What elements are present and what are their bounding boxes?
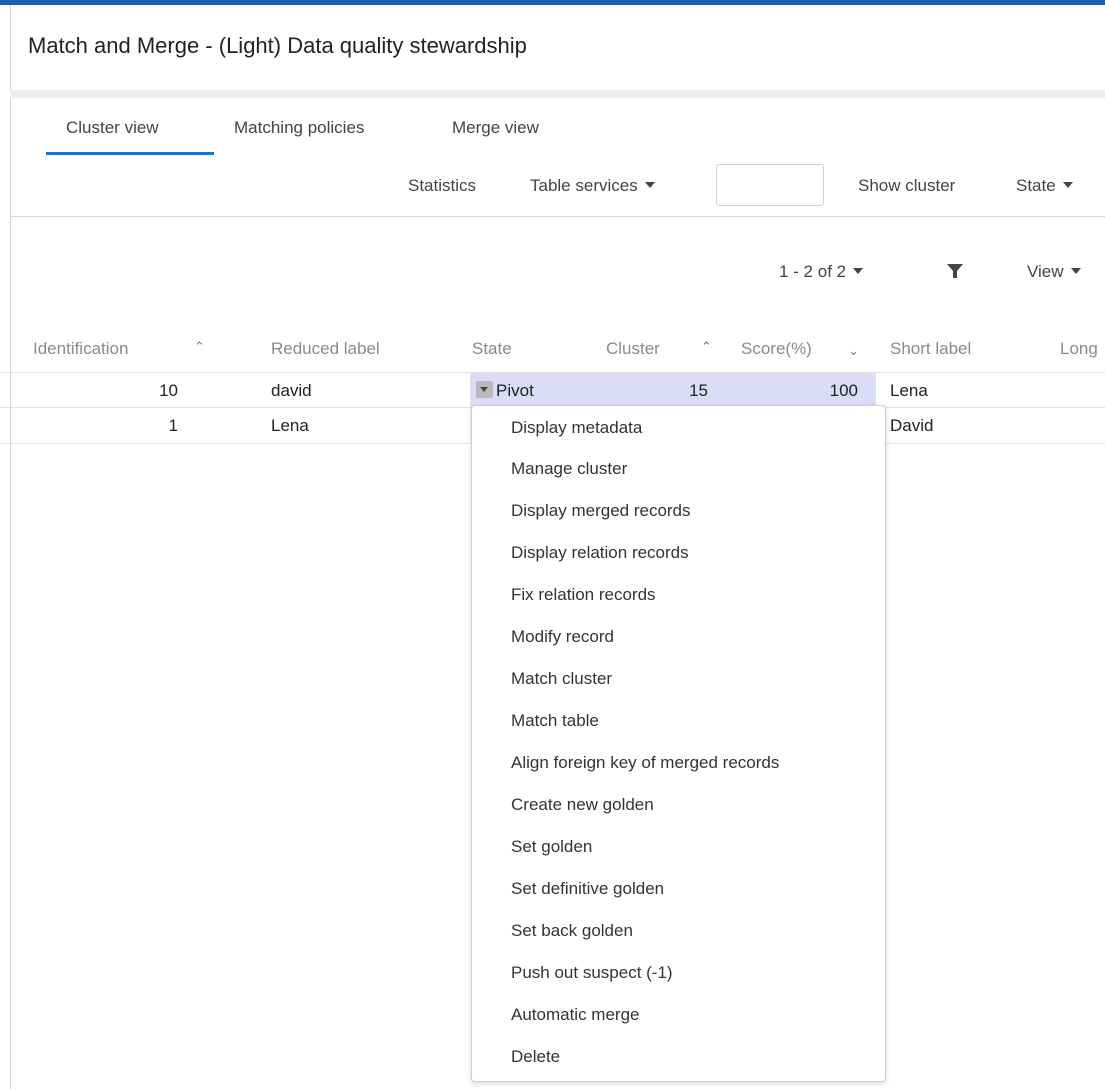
menu-item-display-relation-records[interactable]: Display relation records	[511, 543, 689, 563]
cell-short-label: David	[890, 416, 934, 435]
cell-identification: 10	[159, 381, 178, 400]
cell-reduced-label: Lena	[271, 416, 309, 435]
table-row[interactable]: 10 david Pivot 15 100 Lena	[0, 373, 1105, 407]
menu-item-match-table[interactable]: Match table	[511, 711, 599, 731]
menu-item-push-out-suspect[interactable]: Push out suspect (-1)	[511, 963, 673, 983]
cell-short-label: Lena	[890, 381, 928, 400]
tab-matching-policies[interactable]: Matching policies	[234, 118, 364, 138]
cell-reduced-label: david	[271, 381, 312, 400]
toolbar-divider	[10, 216, 1105, 217]
pagination-menu[interactable]: 1 - 2 of 2	[779, 262, 864, 282]
filter-icon[interactable]	[946, 262, 964, 280]
state-menu-label: State	[1016, 176, 1056, 195]
caret-down-icon	[1062, 182, 1073, 188]
menu-item-display-merged-records[interactable]: Display merged records	[511, 501, 691, 521]
table-services-menu[interactable]: Table services	[530, 176, 655, 196]
column-header-reduced-label[interactable]: Reduced label	[271, 339, 380, 359]
cell-cluster: 15	[689, 381, 708, 400]
menu-item-match-cluster[interactable]: Match cluster	[511, 669, 612, 689]
menu-item-set-golden[interactable]: Set golden	[511, 837, 592, 857]
row-actions-dropdown-icon[interactable]	[476, 381, 493, 398]
active-tab-indicator	[46, 152, 214, 155]
sort-ascending-icon[interactable]: ⌃	[701, 339, 712, 355]
sort-descending-icon[interactable]: ⌄	[848, 343, 859, 359]
table-services-label: Table services	[530, 176, 638, 195]
menu-item-align-foreign-key[interactable]: Align foreign key of merged records	[511, 753, 779, 773]
menu-item-create-new-golden[interactable]: Create new golden	[511, 795, 654, 815]
menu-item-delete[interactable]: Delete	[511, 1047, 560, 1067]
tab-merge-view[interactable]: Merge view	[452, 118, 539, 138]
section-separator	[10, 90, 1105, 98]
column-header-state[interactable]: State	[472, 339, 512, 359]
menu-item-set-back-golden[interactable]: Set back golden	[511, 921, 633, 941]
cell-score: 100	[829, 381, 858, 400]
caret-down-icon	[644, 182, 655, 188]
column-header-cluster[interactable]: Cluster	[606, 339, 660, 359]
menu-item-fix-relation-records[interactable]: Fix relation records	[511, 585, 656, 605]
page-title: Match and Merge - (Light) Data quality s…	[28, 33, 527, 58]
tab-cluster-view[interactable]: Cluster view	[66, 118, 159, 138]
menu-item-display-metadata[interactable]: Display metadata	[511, 418, 642, 438]
column-header-identification[interactable]: Identification	[33, 339, 128, 359]
cell-state: Pivot	[496, 381, 534, 400]
menu-item-set-definitive-golden[interactable]: Set definitive golden	[511, 879, 664, 899]
pagination-label: 1 - 2 of 2	[779, 262, 847, 281]
view-menu[interactable]: View	[1027, 262, 1081, 282]
row-actions-menu: Display metadata Manage cluster Display …	[471, 405, 886, 1082]
column-header-score[interactable]: Score(%)	[741, 339, 812, 359]
column-header-short-label[interactable]: Short label	[890, 339, 971, 359]
caret-down-icon	[853, 268, 864, 274]
caret-down-icon	[1070, 268, 1081, 274]
menu-item-manage-cluster[interactable]: Manage cluster	[511, 459, 627, 479]
show-cluster-button[interactable]: Show cluster	[858, 176, 955, 196]
column-header-long-label[interactable]: Long	[1060, 339, 1098, 359]
title-bar: Match and Merge - (Light) Data quality s…	[10, 5, 1105, 90]
view-menu-label: View	[1027, 262, 1064, 281]
state-menu[interactable]: State	[1016, 176, 1073, 196]
cell-identification: 1	[168, 416, 178, 435]
statistics-button[interactable]: Statistics	[408, 176, 476, 196]
sort-ascending-icon[interactable]: ⌃	[194, 339, 205, 355]
menu-item-automatic-merge[interactable]: Automatic merge	[511, 1005, 640, 1025]
search-input[interactable]	[716, 164, 824, 206]
menu-item-modify-record[interactable]: Modify record	[511, 627, 614, 647]
